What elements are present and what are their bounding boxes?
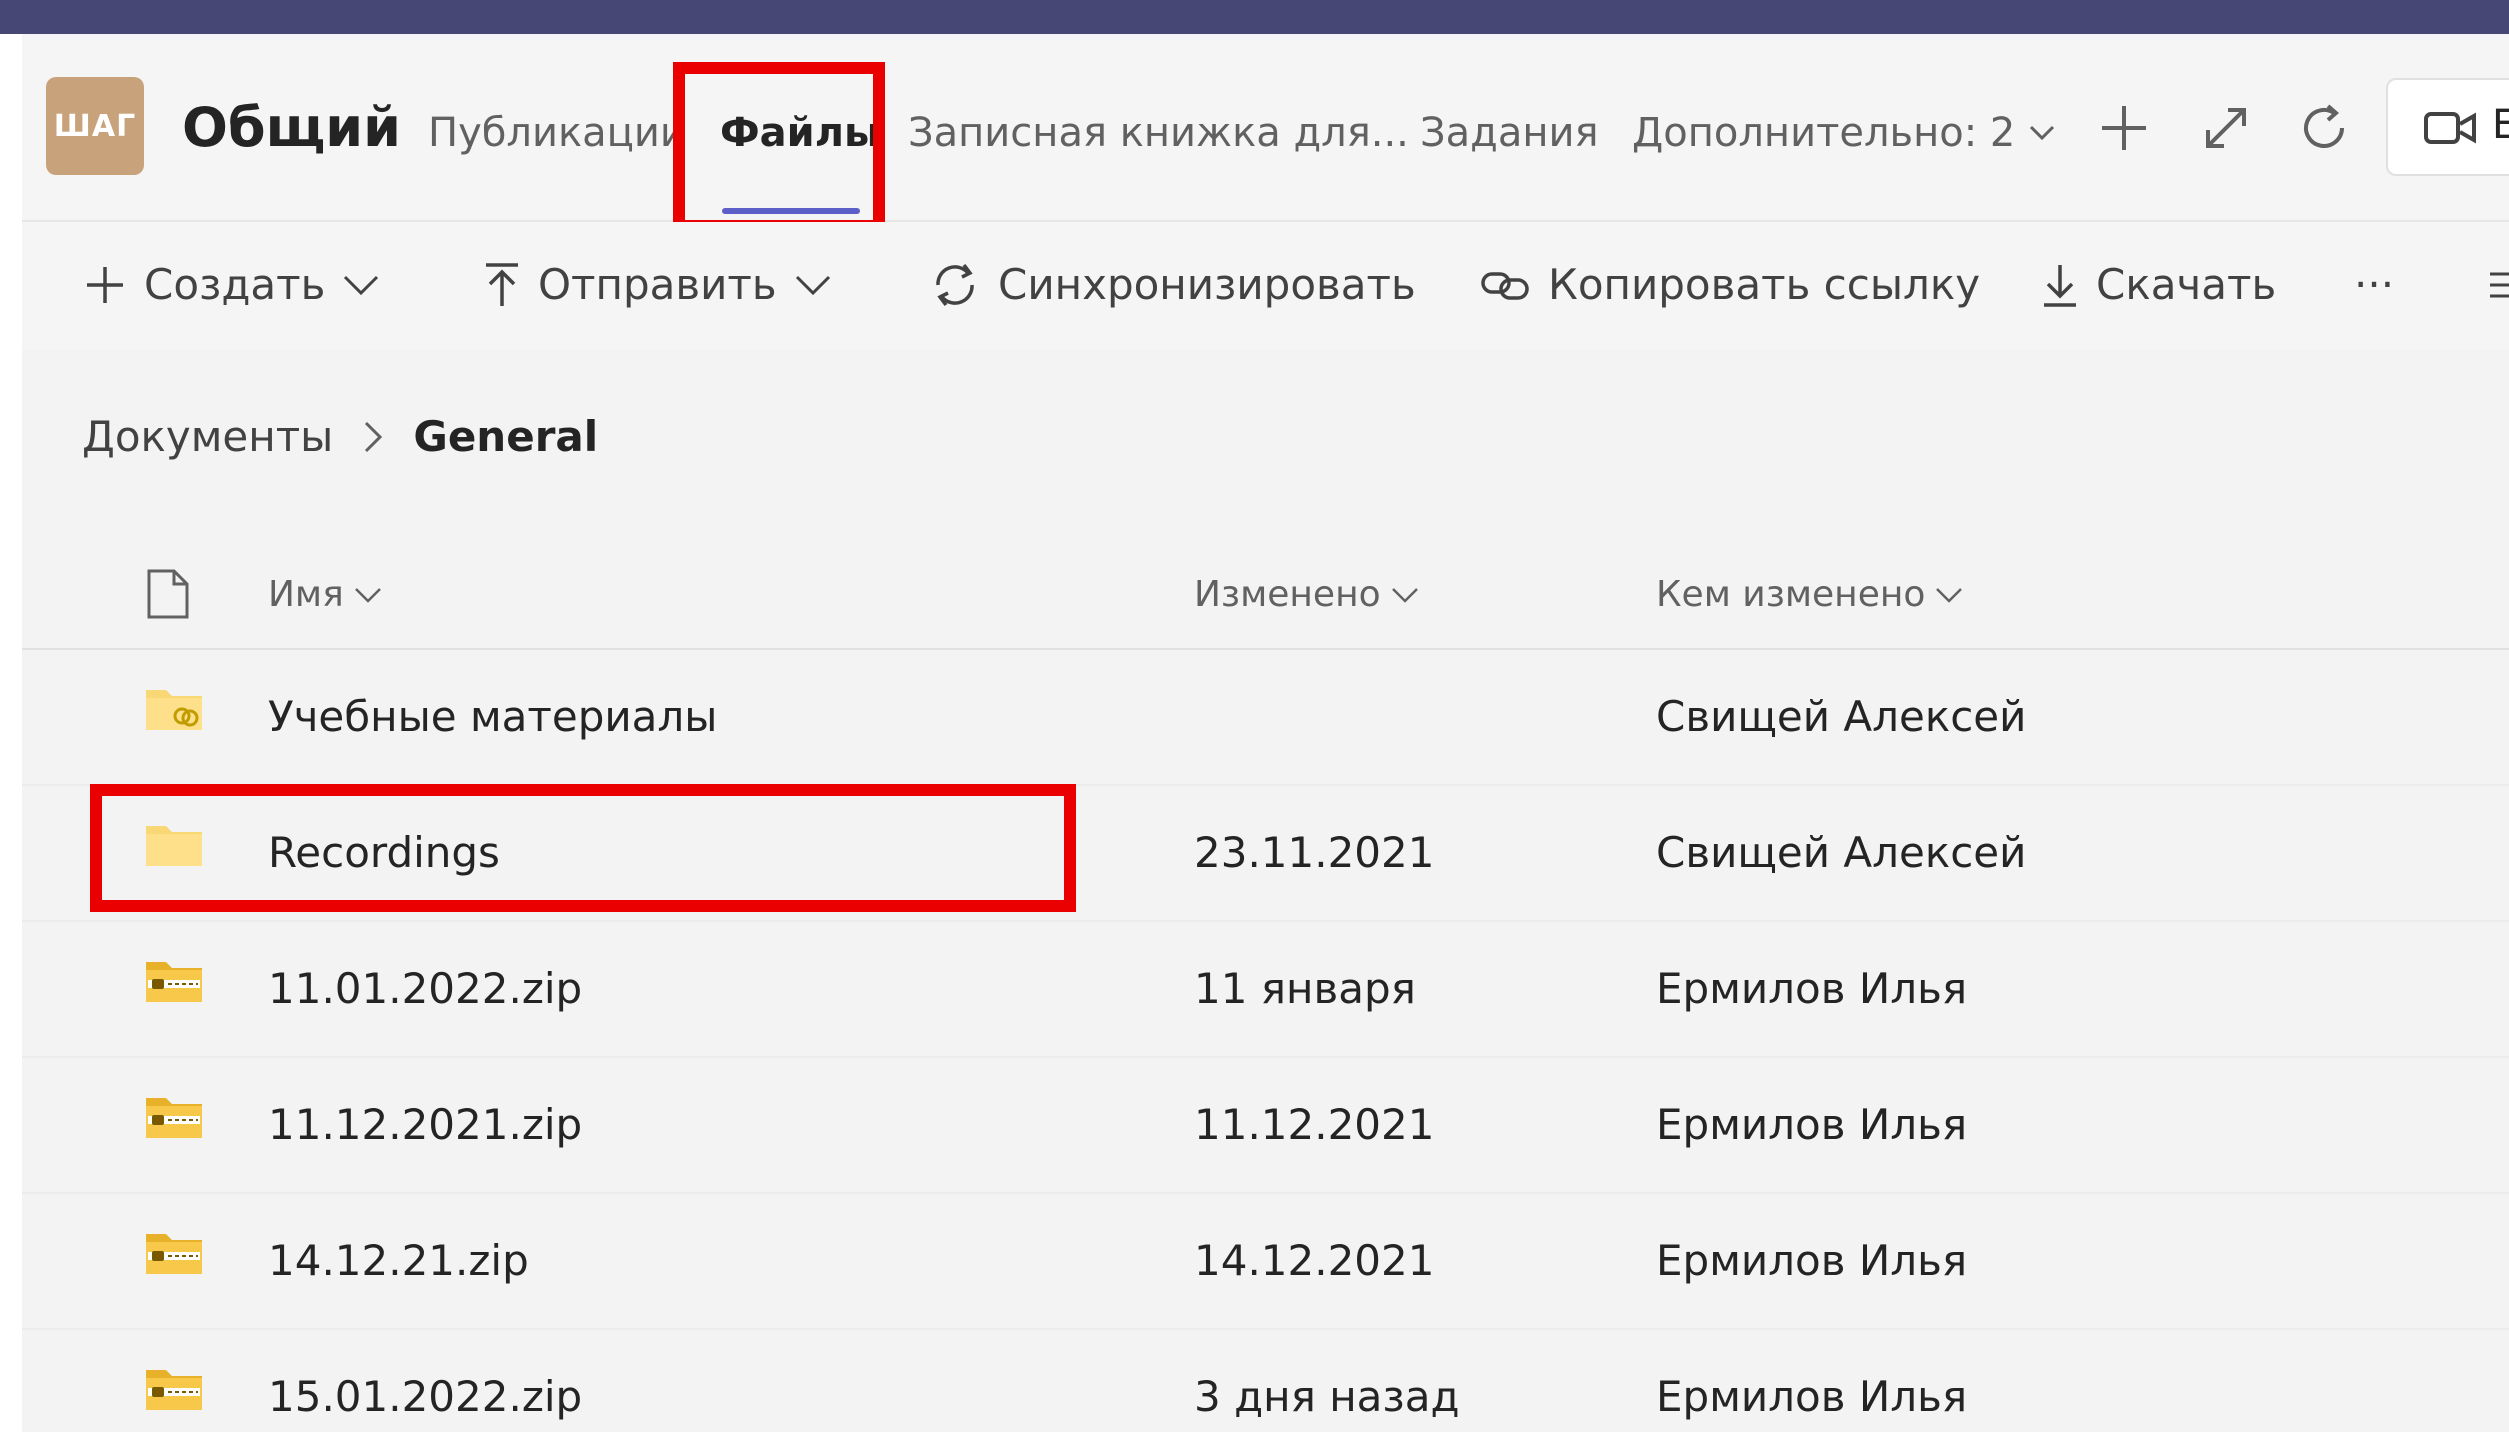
upload-icon	[486, 262, 518, 306]
expand-icon[interactable]	[2194, 96, 2258, 160]
team-avatar[interactable]: ШАГ	[46, 77, 144, 175]
file-modified-by[interactable]: Ермилов Илья	[1656, 1100, 1967, 1149]
more-actions-button[interactable]: ···	[2354, 260, 2394, 309]
breadcrumb-root[interactable]: Документы	[82, 412, 333, 461]
column-header-modified-by[interactable]: Кем изменено	[1656, 574, 1963, 615]
meet-button[interactable]: E	[2386, 78, 2509, 176]
file-modified-by[interactable]: Ермилов Илья	[1656, 1372, 1967, 1421]
file-modified: 11.12.2021	[1194, 1100, 1435, 1149]
column-header-modified-label: Изменено	[1194, 574, 1381, 615]
file-name[interactable]: 15.01.2022.zip	[268, 1372, 582, 1421]
table-row[interactable]: 15.01.2022.zip 3 дня назад Ермилов Илья	[22, 1330, 2509, 1432]
file-modified: 11 января	[1194, 964, 1416, 1013]
view-options-icon[interactable]	[2490, 270, 2509, 304]
table-row[interactable]: 14.12.21.zip 14.12.2021 Ермилов Илья	[22, 1194, 2509, 1328]
chevron-down-icon	[1391, 587, 1418, 603]
file-name[interactable]: 11.01.2022.zip	[268, 964, 582, 1013]
meet-button-label: E	[2492, 102, 2509, 148]
chevron-down-icon	[354, 587, 381, 603]
download-label: Скачать	[2096, 260, 2277, 309]
channel-title: Общий	[182, 96, 401, 159]
create-button[interactable]: Создать	[84, 260, 379, 309]
tab-more[interactable]: Дополнительно: 2	[1632, 110, 2055, 156]
chevron-down-icon	[344, 275, 379, 295]
recordings-highlight	[90, 784, 1076, 912]
tab-posts[interactable]: Публикации	[428, 110, 686, 156]
file-modified: 3 дня назад	[1194, 1372, 1460, 1421]
create-label: Создать	[144, 260, 326, 309]
link-icon	[1481, 271, 1529, 300]
refresh-icon[interactable]	[2292, 96, 2356, 160]
file-modified-by[interactable]: Свищей Алексей	[1656, 828, 2026, 877]
zip-icon	[146, 962, 202, 1002]
file-name[interactable]: 14.12.21.zip	[268, 1236, 529, 1285]
file-modified: 23.11.2021	[1194, 828, 1435, 877]
file-modified-by[interactable]: Ермилов Илья	[1656, 1236, 1967, 1285]
column-header-modified-by-label: Кем изменено	[1656, 574, 1926, 615]
file-name[interactable]: Учебные материалы	[268, 692, 717, 741]
sync-label: Синхронизировать	[998, 260, 1416, 309]
sync-icon	[936, 263, 974, 306]
download-button[interactable]: Скачать	[2042, 260, 2276, 309]
column-header-name-label: Имя	[268, 574, 344, 615]
copy-link-label: Копировать ссылку	[1548, 260, 1981, 309]
files-tab-highlight	[673, 62, 885, 232]
chevron-down-icon	[795, 275, 830, 295]
file-type-header-icon[interactable]	[146, 568, 190, 624]
tab-assignments[interactable]: Задания	[1420, 110, 1599, 156]
column-header-modified[interactable]: Изменено	[1194, 574, 1419, 615]
column-header-name[interactable]: Имя	[268, 574, 382, 615]
add-tab-icon[interactable]	[2092, 96, 2156, 160]
upload-button[interactable]: Отправить	[484, 260, 831, 309]
upload-label: Отправить	[538, 260, 777, 309]
file-name[interactable]: 11.12.2021.zip	[268, 1100, 582, 1149]
chevron-right-icon	[365, 421, 383, 452]
table-row[interactable]: 11.01.2022.zip 11 января Ермилов Илья	[22, 922, 2509, 1056]
zip-icon	[146, 1098, 202, 1138]
breadcrumb: Документы General	[82, 412, 598, 461]
tab-notebook[interactable]: Записная книжка для...	[908, 110, 1409, 156]
table-row[interactable]: 11.12.2021.zip 11.12.2021 Ермилов Илья	[22, 1058, 2509, 1192]
tab-more-label: Дополнительно: 2	[1632, 110, 2016, 156]
app-title-bar	[0, 0, 2509, 34]
breadcrumb-current: General	[413, 412, 599, 461]
download-icon	[2044, 264, 2076, 307]
chevron-down-icon	[2030, 125, 2055, 141]
zip-icon	[146, 1234, 202, 1274]
file-modified-by[interactable]: Свищей Алексей	[1656, 692, 2026, 741]
shared-folder-icon	[146, 690, 202, 730]
zip-icon	[146, 1370, 202, 1410]
chevron-down-icon	[1936, 587, 1963, 603]
table-row[interactable]: Учебные материалы Свищей Алексей	[22, 650, 2509, 784]
sync-button[interactable]: Синхронизировать	[930, 260, 1416, 309]
left-gutter	[0, 34, 22, 1432]
copy-link-button[interactable]: Копировать ссылку	[1480, 260, 1980, 309]
file-modified: 14.12.2021	[1194, 1236, 1435, 1285]
video-camera-icon	[2424, 112, 2476, 144]
file-modified-by[interactable]: Ермилов Илья	[1656, 964, 1967, 1013]
more-actions-label: ···	[2354, 260, 2395, 309]
plus-icon	[87, 266, 123, 303]
